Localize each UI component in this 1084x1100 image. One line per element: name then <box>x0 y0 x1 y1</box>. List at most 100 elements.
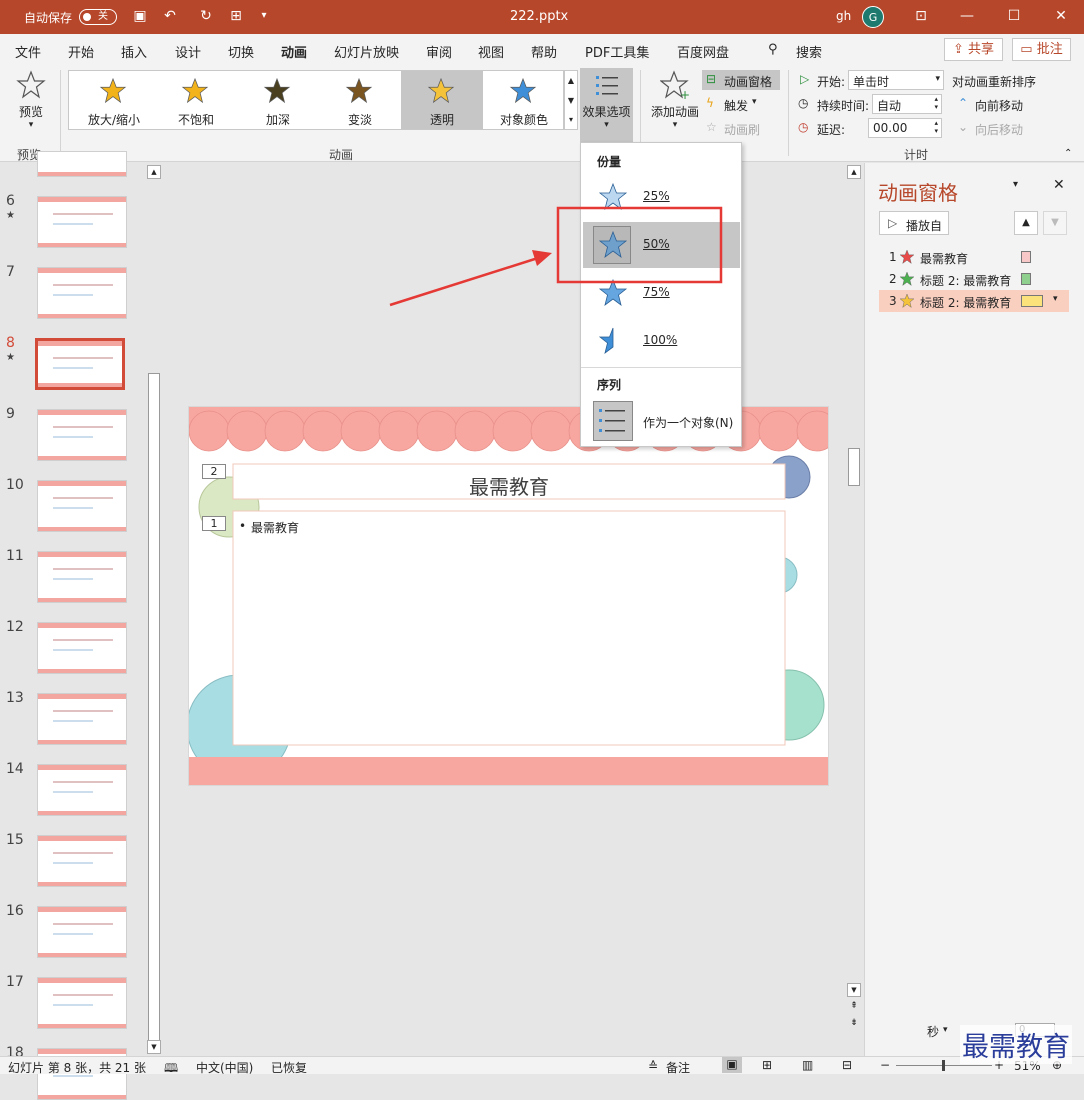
tab-baidu-netdisk[interactable]: 百度网盘 <box>677 42 729 61</box>
animation-object-color[interactable]: 对象颜色 <box>483 71 565 129</box>
maximize-icon[interactable]: ☐ <box>1005 7 1023 25</box>
tab-help[interactable]: 帮助 <box>531 42 557 61</box>
slide-thumbnail[interactable] <box>37 977 127 1029</box>
sequence-as-one-object[interactable]: 作为一个对象(N) <box>583 398 740 444</box>
trigger-button[interactable]: ϟ 触发 ▾ <box>706 96 766 114</box>
tab-design[interactable]: 设计 <box>175 42 201 61</box>
animation-transparency[interactable]: 透明 <box>401 71 483 129</box>
duration-field[interactable]: 自动 ▴ ▾ <box>872 94 942 114</box>
tab-file[interactable]: 文件 <box>15 42 41 61</box>
animation-darken[interactable]: 加深 <box>237 71 319 129</box>
search-label[interactable]: 搜索 <box>796 42 822 61</box>
tab-transitions[interactable]: 切换 <box>228 42 254 61</box>
seconds-dropdown-icon[interactable]: ▾ <box>943 1025 948 1035</box>
editor-scrollbar[interactable]: ▲ ▼ ⇞ ⇟ <box>847 163 861 1056</box>
scroll-down-icon[interactable]: ▼ <box>147 1040 161 1054</box>
scroll-up-icon[interactable]: ▲ <box>147 165 161 179</box>
animation-zoom[interactable]: 放大/缩小 <box>73 71 155 129</box>
gallery-up-icon[interactable]: ▲ <box>565 71 577 91</box>
slide-thumbnail[interactable] <box>37 835 127 887</box>
slide-thumbnail[interactable] <box>37 551 127 603</box>
close-icon[interactable]: ✕ <box>1052 7 1070 25</box>
tab-pdf-tools[interactable]: PDF工具集 <box>585 42 649 61</box>
minimize-icon[interactable]: — <box>958 7 976 25</box>
tab-slideshow[interactable]: 幻灯片放映 <box>334 42 399 61</box>
animation-desaturate[interactable]: 不饱和 <box>155 71 237 129</box>
slide-thumbnail[interactable] <box>37 480 127 532</box>
tab-review[interactable]: 审阅 <box>426 42 452 61</box>
gallery-scroll[interactable]: ▲ ▼ ▾ <box>564 70 578 130</box>
autosave-toggle[interactable]: 关 <box>79 9 117 25</box>
notes-button[interactable]: 备注 <box>666 1059 690 1076</box>
slide-thumbnail[interactable] <box>37 693 127 745</box>
ribbon-display-icon[interactable]: ⊡ <box>912 7 930 25</box>
add-animation-button[interactable]: + 添加动画 ▾ <box>648 70 702 140</box>
animation-painter-button[interactable]: ☆ 动画刷 <box>706 120 770 138</box>
thumbnail-scrollbar[interactable]: ▲ ▼ <box>147 163 161 1056</box>
tab-view[interactable]: 视图 <box>478 42 504 61</box>
prev-slide-icon[interactable]: ⇞ <box>847 1001 861 1011</box>
scroll-thumb[interactable] <box>148 373 160 1041</box>
slide-thumbnail[interactable] <box>37 622 127 674</box>
slide-thumbnail[interactable] <box>37 151 127 177</box>
preview-button[interactable]: 预览 ▾ <box>10 70 52 136</box>
gallery-down-icon[interactable]: ▼ <box>565 91 577 111</box>
move-down-button[interactable]: ▼ <box>1043 211 1067 235</box>
slide-body-text[interactable]: 最需教育 <box>251 519 299 536</box>
effect-option-amount-75[interactable]: 75% <box>583 270 740 316</box>
pane-options-icon[interactable]: ▾ <box>1013 179 1018 190</box>
slideshow-icon[interactable]: ⊟ <box>842 1058 852 1072</box>
effect-option-amount-25[interactable]: 25% <box>583 174 740 220</box>
animation-pane-button[interactable]: ⊟ 动画窗格 <box>702 70 780 90</box>
animation-tag-title[interactable]: 2 <box>202 464 226 479</box>
zoom-out-icon[interactable]: − <box>880 1058 890 1072</box>
effect-options-button[interactable]: 效果选项 ▾ <box>580 68 633 142</box>
slide-thumbnail[interactable] <box>37 906 127 958</box>
animation-tag-body[interactable]: 1 <box>202 516 226 531</box>
save-icon[interactable]: ▣ <box>131 7 149 25</box>
effect-option-amount-100[interactable]: 100% <box>583 318 740 364</box>
customize-qat-icon[interactable]: ▾ <box>255 7 273 25</box>
gallery-expand-icon[interactable]: ▾ <box>565 111 577 129</box>
move-earlier-button[interactable]: ⌃ 向前移动 <box>958 96 1038 114</box>
tab-animations[interactable]: 动画 <box>281 42 308 66</box>
pane-close-icon[interactable]: ✕ <box>1053 177 1065 193</box>
slide-thumbnail[interactable] <box>37 764 127 816</box>
zoom-slider-thumb[interactable] <box>942 1060 945 1071</box>
slide-sorter-icon[interactable]: ⊞ <box>762 1058 772 1072</box>
language[interactable]: 中文(中国) <box>196 1059 253 1076</box>
tab-insert[interactable]: 插入 <box>121 42 147 61</box>
share-button[interactable]: ⇪ 共享 <box>944 38 1003 61</box>
normal-view-icon[interactable]: ▣ <box>722 1057 742 1073</box>
notes-icon[interactable]: ≙ <box>648 1059 658 1073</box>
search-icon[interactable]: ⚲ <box>768 42 778 57</box>
editor-scroll-down-icon[interactable]: ▼ <box>847 983 861 997</box>
delay-field[interactable]: 00.00 ▴ ▾ <box>868 118 942 138</box>
redo-icon[interactable]: ↻ <box>197 7 215 25</box>
animation-lighten[interactable]: 变淡 <box>319 71 401 129</box>
slide-thumbnail[interactable] <box>37 196 127 248</box>
animation-list-item[interactable]: 2 标题 2: 最需教育 <box>879 268 1069 290</box>
avatar[interactable]: G <box>862 6 884 28</box>
tab-home[interactable]: 开始 <box>68 42 94 61</box>
present-icon[interactable]: ⊞ <box>227 7 245 25</box>
item-menu-icon[interactable]: ▾ <box>1053 294 1058 304</box>
next-slide-icon[interactable]: ⇟ <box>847 1018 861 1028</box>
move-later-button[interactable]: ⌄ 向后移动 <box>958 120 1038 138</box>
collapse-ribbon-icon[interactable]: ⌃ <box>1064 148 1072 159</box>
editor-scroll-up-icon[interactable]: ▲ <box>847 165 861 179</box>
slide-title[interactable]: 最需教育 <box>233 471 785 500</box>
animation-list-item[interactable]: 3 标题 2: 最需教育 ▾ <box>879 290 1069 312</box>
play-from-button[interactable]: ▷ 播放自 <box>879 211 949 235</box>
comment-button[interactable]: ▭ 批注 <box>1012 38 1071 61</box>
accessibility-icon[interactable]: 🕮 <box>164 1059 178 1080</box>
move-up-button[interactable]: ▲ <box>1014 211 1038 235</box>
editor-scroll-thumb[interactable] <box>848 448 860 486</box>
animation-list-item[interactable]: 1 最需教育 <box>879 246 1069 268</box>
slide-thumbnail[interactable] <box>37 267 127 319</box>
effect-option-amount-50[interactable]: 50% <box>583 222 740 268</box>
undo-icon[interactable]: ↶ <box>161 7 179 25</box>
slide-thumbnail[interactable] <box>35 338 125 390</box>
slide-thumbnail[interactable] <box>37 409 127 461</box>
reading-view-icon[interactable]: ▥ <box>802 1058 813 1072</box>
